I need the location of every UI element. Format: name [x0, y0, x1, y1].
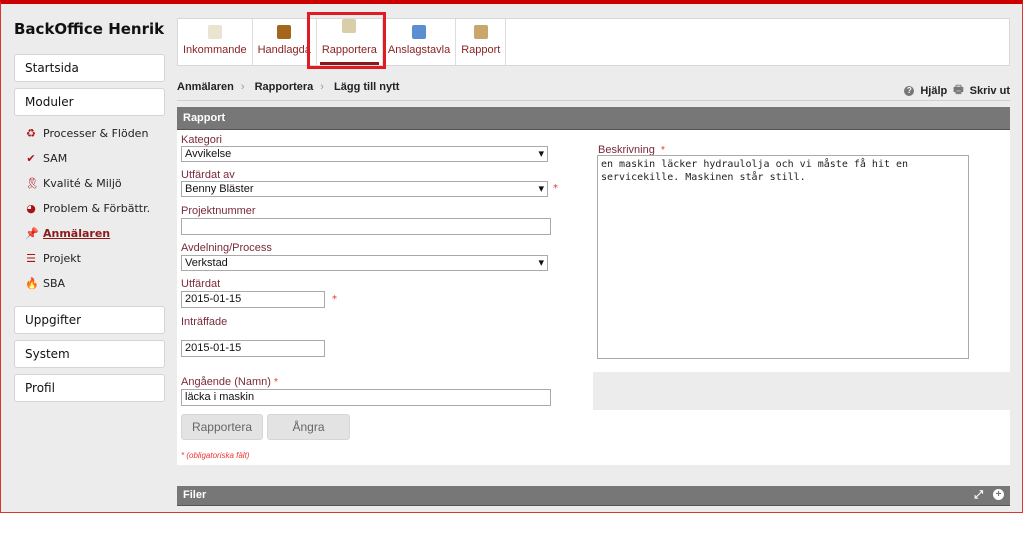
tab-anslagstavla[interactable]: Anslagstavla	[383, 19, 457, 65]
binder-icon	[277, 25, 292, 39]
pin-icon: 📌	[25, 227, 39, 240]
beskrivning-textarea[interactable]: en maskin läcker hydraulolja och vi måst…	[597, 155, 969, 359]
add-icon[interactable]: +	[993, 489, 1004, 500]
module-label: SAM	[43, 152, 68, 165]
tab-label: Inkommande	[183, 44, 247, 56]
ribbon-icon: 🎗	[25, 177, 39, 190]
incoming-mail-icon	[207, 25, 222, 39]
module-label: Anmälaren	[43, 227, 111, 240]
utfardat-av-label: Utfärdat av	[181, 169, 235, 181]
module-fire[interactable]: 🔥 SBA	[25, 277, 65, 290]
kategori-select[interactable]: Avvikelse ▾	[181, 146, 548, 162]
tab-rapport[interactable]: Rapport	[456, 19, 507, 65]
breadcrumb-item[interactable]: Rapportera	[255, 81, 314, 93]
utfardat-av-select[interactable]: Benny Bläster ▾	[181, 181, 548, 197]
required-marker: *	[553, 183, 558, 194]
utfardat-date-input[interactable]: 2015-01-15	[181, 291, 325, 308]
module-recycle[interactable]: ♻ Processer & Flöden	[25, 127, 148, 140]
dropdown-arrow-icon: ▾	[538, 148, 544, 160]
utfardat-label: Utfärdat	[181, 278, 221, 290]
print-icon[interactable]: 🖶	[953, 81, 963, 100]
avdelning-value: Verkstad	[185, 257, 228, 269]
utfardat-av-value: Benny Bläster	[185, 183, 254, 195]
module-label: Processer & Flöden	[43, 127, 149, 140]
tab-label: Rapport	[461, 44, 501, 56]
module-label: Kvalité & Miljö	[43, 177, 122, 190]
recycle-icon: ♻	[26, 127, 36, 140]
module-pin[interactable]: 📌 Anmälaren	[25, 227, 110, 240]
divider	[177, 100, 1010, 101]
module-label: SBA	[43, 277, 66, 290]
module-label: Projekt	[43, 252, 81, 265]
intraffade-label: Inträffade	[181, 316, 228, 328]
section-header: Rapport	[177, 107, 1010, 130]
projektnummer-input[interactable]	[181, 218, 551, 235]
pie-chart-icon: ◕	[26, 202, 36, 215]
kategori-label: Kategori	[181, 134, 222, 146]
avdelning-select[interactable]: Verkstad ▾	[181, 255, 548, 271]
notice-board-icon	[412, 25, 427, 39]
gantt-icon: ☰	[26, 252, 36, 265]
nav-startsida[interactable]: Startsida	[14, 54, 165, 82]
app-title: BackOffice Henrik	[14, 20, 165, 38]
module-label: Problem & Förbättr.	[43, 202, 151, 215]
dropdown-arrow-icon: ▾	[538, 257, 544, 269]
page-tools: ? Hjälp 🖶 Skriv ut	[904, 81, 1010, 100]
clipboard-icon	[473, 25, 488, 39]
module-pie-chart[interactable]: ◕ Problem & Förbättr.	[25, 202, 150, 215]
tab-label: Handlagda	[257, 44, 311, 56]
nav-profil[interactable]: Profil	[14, 374, 165, 402]
expand-icon[interactable]: ⤢	[974, 489, 983, 502]
angra-button[interactable]: Ångra	[267, 414, 350, 440]
nav-system[interactable]: System	[14, 340, 165, 368]
checkmark-icon: ✔	[26, 152, 36, 165]
tab-inkommande[interactable]: Inkommande	[178, 19, 253, 65]
required-note: * (obligatoriska fält)	[181, 451, 250, 460]
files-title: Filer	[183, 489, 207, 501]
intraffade-date-input[interactable]: 2015-01-15	[181, 340, 325, 357]
projektnummer-label: Projektnummer	[181, 205, 256, 217]
breadcrumb: Anmälaren › Rapportera › Lägg till nytt	[177, 81, 400, 93]
help-link[interactable]: Hjälp	[920, 85, 947, 97]
nav-moduler[interactable]: Moduler	[14, 88, 165, 116]
breadcrumb-item[interactable]: Anmälaren	[177, 81, 234, 93]
print-link[interactable]: Skriv ut	[970, 85, 1010, 97]
module-gantt[interactable]: ☰ Projekt	[25, 252, 81, 265]
help-icon[interactable]: ?	[904, 85, 915, 96]
module-ribbon[interactable]: 🎗 Kvalité & Miljö	[25, 177, 122, 190]
avdelning-label: Avdelning/Process	[181, 242, 272, 254]
kategori-value: Avvikelse	[185, 148, 232, 160]
nav-uppgifter[interactable]: Uppgifter	[14, 306, 165, 334]
fire-icon: 🔥	[25, 277, 39, 290]
required-marker: *	[332, 294, 337, 305]
angaende-input[interactable]: läcka i maskin	[181, 389, 551, 406]
toolbar: Inkommande Handlagda Rapportera Anslagstavl…	[177, 18, 1010, 66]
breadcrumb-item: Lägg till nytt	[334, 81, 400, 93]
module-checkmark[interactable]: ✔ SAM	[25, 152, 67, 165]
rapportera-button[interactable]: Rapportera	[181, 414, 263, 440]
dropdown-arrow-icon: ▾	[538, 183, 544, 195]
files-header: Filer ⤢ +	[177, 486, 1010, 506]
gray-box	[593, 372, 1010, 410]
tab-label: Anslagstavla	[387, 44, 451, 56]
angaende-label: Angående (Namn) *	[181, 376, 278, 388]
highlight-box	[307, 12, 386, 69]
